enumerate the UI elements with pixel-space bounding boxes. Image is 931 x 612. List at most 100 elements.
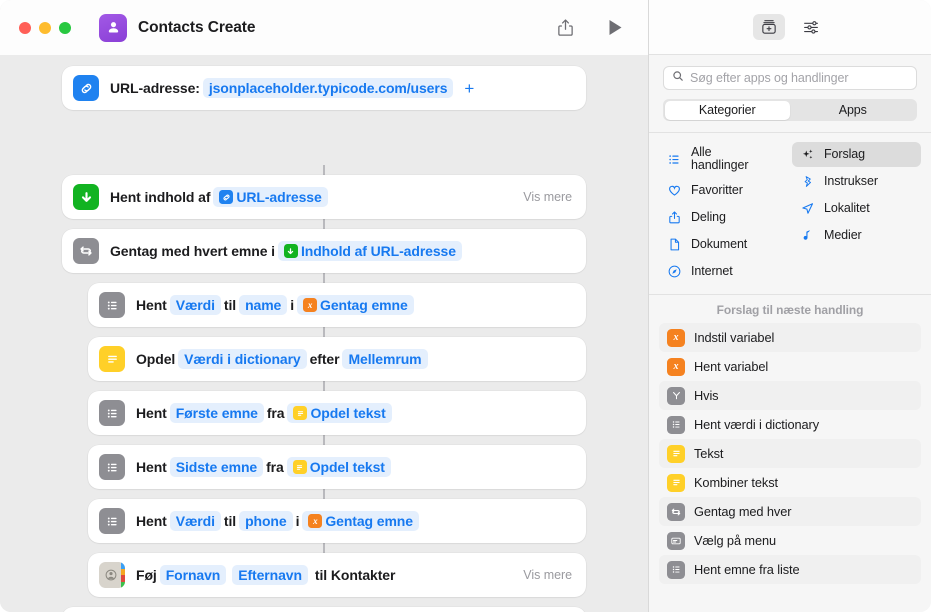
action-row[interactable]: Hent Værdi til phone i x Gentag emne [88, 499, 586, 543]
text-icon [292, 460, 307, 474]
list-item[interactable]: x Hent variabel [659, 352, 921, 381]
variable-icon: x [308, 514, 323, 528]
sidebar-item-label: Favoritter [691, 182, 743, 197]
contents-variable-token[interactable]: Indhold af URL-adresse [277, 241, 462, 261]
sidebar-item-internet[interactable]: Internet [659, 259, 788, 284]
suggestions-list[interactable]: Forslag til næste handling x Indstil var… [649, 294, 931, 612]
sidebar-item-lokalitet[interactable]: Lokalitet [792, 196, 921, 221]
library-tabs[interactable]: Kategorier Apps [663, 99, 917, 121]
action-row[interactable]: Opdel Værdi i dictionary efter Mellemrum [88, 337, 586, 381]
run-button[interactable] [600, 13, 630, 43]
tab-kategorier[interactable]: Kategorier [664, 100, 790, 120]
token-label: URL-adresse [236, 189, 322, 205]
action-label: i [290, 297, 295, 313]
shortcut-app-icon [99, 13, 127, 42]
action-row[interactable]: Slut gentagelse [62, 607, 586, 612]
firstname-token[interactable]: Fornavn [159, 565, 227, 585]
list-item-label: Tekst [694, 446, 724, 461]
value-param-token[interactable]: Værdi [169, 511, 221, 531]
shortcuts-window: Contacts Create URL-adresse: jsonplaceho… [0, 0, 931, 612]
tab-apps[interactable]: Apps [790, 101, 916, 120]
sidebar-item-medier[interactable]: Medier [792, 223, 921, 248]
item-position-token[interactable]: Første emne [169, 403, 264, 423]
split-text-token[interactable]: Opdel tekst [286, 457, 391, 477]
action-row[interactable]: Hent Sidste emne fra Opdel tekst [88, 445, 586, 489]
sliders-icon[interactable] [795, 14, 827, 40]
action-label: URL-adresse: [110, 80, 200, 96]
list-item-label: Indstil variabel [694, 330, 775, 345]
value-param-token[interactable]: Værdi [169, 295, 221, 315]
action-label: Føj [136, 567, 157, 583]
add-url-button[interactable]: + [464, 80, 474, 97]
list-item[interactable]: Hvis [659, 381, 921, 410]
list-item[interactable]: Hent emne fra liste [659, 555, 921, 584]
variable-icon: x [667, 357, 685, 376]
page-title: Contacts Create [138, 18, 256, 36]
zoom-button[interactable] [59, 21, 71, 34]
sidebar-item-dokument[interactable]: Dokument [659, 232, 788, 257]
action-row[interactable]: Hent Værdi til name i x Gentag emne [88, 283, 586, 327]
action-library-icon[interactable] [753, 14, 785, 40]
sidebar-item-favoritter[interactable]: Favoritter [659, 178, 788, 203]
share-icon[interactable] [550, 13, 580, 43]
text-icon [667, 444, 685, 463]
repeat-item-token[interactable]: x Gentag emne [302, 511, 419, 531]
list-item[interactable]: Tekst [659, 439, 921, 468]
key-param-token[interactable]: name [239, 295, 288, 315]
token-label: Indhold af URL-adresse [300, 243, 456, 259]
sidebar-search-area: Søg efter apps og handlinger [649, 55, 931, 90]
action-row[interactable]: URL-adresse: jsonplaceholder.typicode.co… [62, 66, 586, 110]
repeat-item-token[interactable]: x Gentag emne [297, 295, 414, 315]
item-position-token[interactable]: Sidste emne [169, 457, 264, 477]
action-label: efter [309, 351, 340, 367]
url-value-token[interactable]: jsonplaceholder.typicode.com/users [202, 78, 454, 98]
list-icon [667, 415, 685, 434]
separator-token[interactable]: Mellemrum [342, 349, 428, 369]
search-input[interactable]: Søg efter apps og handlinger [663, 66, 917, 90]
list-item-label: Vælg på menu [694, 533, 777, 548]
list-item[interactable]: Gentag med hver [659, 497, 921, 526]
action-row[interactable]: Hent Første emne fra Opdel tekst [88, 391, 586, 435]
list-icon [99, 292, 125, 318]
library-sidebar: Søg efter apps og handlinger Kategorier … [648, 0, 931, 612]
split-text-token[interactable]: Opdel tekst [287, 403, 392, 423]
list-item-label: Gentag med hver [694, 504, 792, 519]
minimize-button[interactable] [39, 21, 51, 34]
show-more-button[interactable]: Vis mere [509, 568, 572, 582]
search-icon [672, 69, 684, 87]
contacts-icon [99, 562, 125, 588]
list-item[interactable]: Kombiner tekst [659, 468, 921, 497]
split-input-token[interactable]: Værdi i dictionary [178, 349, 307, 369]
key-param-token[interactable]: phone [239, 511, 293, 531]
text-icon [99, 346, 125, 372]
link-icon [219, 190, 234, 204]
text-icon [293, 406, 308, 420]
list-item-label: Hent variabel [694, 359, 769, 374]
lastname-token[interactable]: Efternavn [232, 565, 308, 585]
workflow-canvas[interactable]: URL-adresse: jsonplaceholder.typicode.co… [0, 55, 648, 612]
action-row[interactable]: Hent indhold af URL-adresse Vis mere [62, 175, 586, 219]
document-icon [666, 236, 683, 253]
list-item[interactable]: Hent værdi i dictionary [659, 410, 921, 439]
editor-pane: Contacts Create URL-adresse: jsonplaceho… [0, 0, 648, 612]
action-label: til [223, 513, 237, 529]
variable-icon: x [303, 298, 318, 312]
list-item[interactable]: Vælg på menu [659, 526, 921, 555]
script-icon [799, 173, 816, 190]
show-more-button[interactable]: Vis mere [509, 190, 572, 204]
action-row[interactable]: Gentag med hvert emne i Indhold af URL-a… [62, 229, 586, 273]
action-label: fra [266, 405, 285, 421]
sidebar-item-alle-handlinger[interactable]: Alle handlinger [659, 142, 788, 176]
sidebar-item-deling[interactable]: Deling [659, 205, 788, 230]
sidebar-item-forslag[interactable]: Forslag [792, 142, 921, 167]
url-variable-token[interactable]: URL-adresse [213, 187, 328, 207]
music-note-icon [799, 227, 816, 244]
category-grid: Alle handlinger Favoritter Deling Dokume… [649, 132, 931, 294]
sidebar-item-instrukser[interactable]: Instrukser [792, 169, 921, 194]
close-button[interactable] [19, 21, 31, 34]
action-row[interactable]: Føj Fornavn Efternavn til Kontakter Vis … [88, 553, 586, 597]
link-icon [73, 75, 99, 101]
list-item[interactable]: x Indstil variabel [659, 323, 921, 352]
traffic-lights [19, 21, 71, 34]
list-icon [99, 508, 125, 534]
